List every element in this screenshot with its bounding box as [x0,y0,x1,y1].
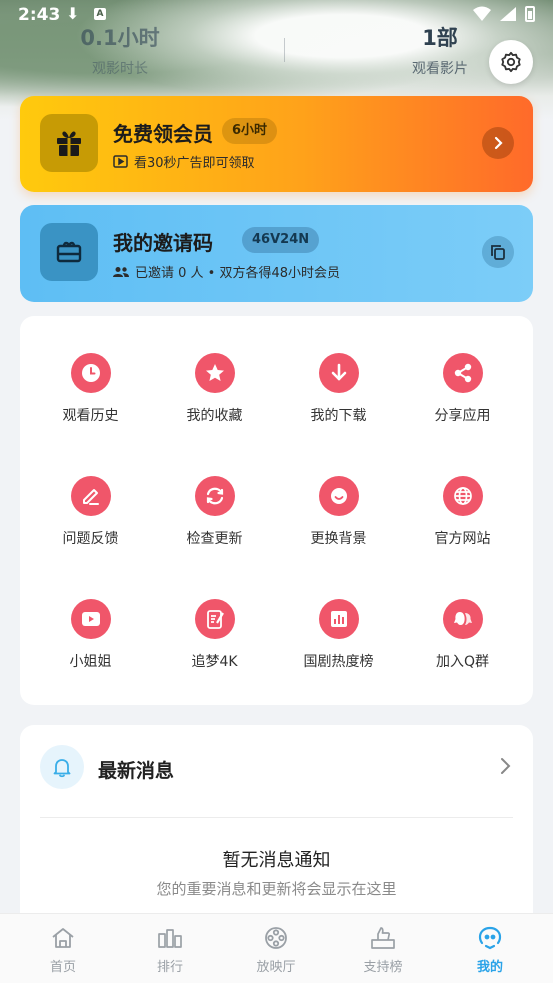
download-status-icon: ⬇ [66,4,80,23]
grid-label: 检查更新 [186,531,243,547]
grid-label: 小姐姐 [69,654,112,670]
vip-claim-button[interactable] [482,127,514,159]
ticket-icon [40,223,98,281]
thumbs-up-icon [338,924,428,952]
grid-label: 追梦4K [191,654,238,670]
group-icon [442,599,483,639]
watched-count-value: 1部 [422,26,458,50]
nav-label: 首页 [49,960,76,975]
chevron-right-icon [501,758,511,774]
watched-count-stat: 1部 观看影片 [390,22,490,78]
wifi-icon [473,6,491,21]
grid-item-favorites[interactable]: 我的收藏 [153,353,276,443]
status-time: 2:43 [18,5,61,25]
invite-card-subtitle: 已邀请 0 人 • 双方各得48小时会员 [135,266,341,281]
grid-item-official-site[interactable]: 官方网站 [401,476,524,566]
grid-item-check-update[interactable]: 检查更新 [153,476,276,566]
empty-messages-subtitle: 您的重要消息和更新将会显示在这里 [156,880,397,898]
copy-invite-code-button[interactable] [482,236,514,268]
invite-code-badge: 46V24N [242,227,320,253]
gear-icon [501,51,521,73]
vip-card-subtitle: 看30秒广告即可领取 [134,156,255,171]
watch-time-stat: 0.1小时 观影时长 [70,22,170,78]
nav-label: 排行 [156,960,183,975]
invite-card-subtitle-row: 已邀请 0 人 • 双方各得48小时会员 [113,262,340,281]
grid-item-history[interactable]: 观看历史 [29,353,152,443]
people-icon [113,266,129,277]
grid-item-downloads[interactable]: 我的下载 [277,353,400,443]
chart-icon [318,599,359,639]
refresh-icon [194,476,235,516]
clock-icon [70,353,111,393]
video-icon [70,599,111,639]
nav-screening-hall[interactable]: 放映厅 [231,924,321,975]
nav-profile[interactable]: 我的 [445,924,535,975]
watch-time-value: 0.1小时 [80,26,160,50]
vip-card-title: 免费领会员 [113,122,213,146]
vip-card-subtitle-row: 看30秒广告即可领取 [113,152,255,171]
feature-grid: 观看历史 我的收藏 我的下载 分享应用 问题反馈 检查更新 更换背景 官方网站 … [20,316,533,705]
invite-code-card[interactable]: 我的邀请码 46V24N 已邀请 0 人 • 双方各得48小时会员 [20,205,533,302]
messages-title: 最新消息 [98,760,175,782]
grid-label: 官方网站 [434,531,491,547]
grid-label: 我的收藏 [186,408,243,424]
grid-item-zhuimeng-4k[interactable]: 追梦4K [153,599,276,689]
gift-icon [40,114,98,172]
free-vip-card[interactable]: 免费领会员 6小时 看30秒广告即可领取 [20,96,533,192]
grid-item-feedback[interactable]: 问题反馈 [29,476,152,566]
globe-icon [442,476,483,516]
ranking-icon [125,924,215,952]
grid-item-xiaojiejie[interactable]: 小姐姐 [29,599,152,689]
bell-icon [40,745,84,789]
vip-hours-badge: 6小时 [222,118,278,144]
film-reel-icon [231,924,321,952]
battery-icon [525,6,535,22]
share-icon [442,353,483,393]
grid-label: 国剧热度榜 [303,654,374,670]
nav-ranking[interactable]: 排行 [125,924,215,975]
empty-messages-title: 暂无消息通知 [222,850,331,871]
play-video-icon [113,155,128,168]
star-icon [194,353,235,393]
notification-a-icon: A [94,8,106,20]
home-icon [18,924,108,952]
nav-label: 支持榜 [363,960,403,975]
nav-label: 放映厅 [256,960,296,975]
chevron-right-icon [494,136,503,150]
grid-label: 分享应用 [434,408,491,424]
settings-button[interactable] [489,40,533,84]
grid-item-drama-ranking[interactable]: 国剧热度榜 [277,599,400,689]
grid-item-join-qq-group[interactable]: 加入Q群 [401,599,524,689]
nav-label: 我的 [476,960,503,975]
edit-icon [70,476,111,516]
watch-time-label: 观影时长 [92,61,148,77]
notepad-icon [194,599,235,639]
grid-item-change-background[interactable]: 更换背景 [277,476,400,566]
bottom-navigation: 首页 排行 放映厅 支持榜 我的 [0,913,553,983]
watched-count-label: 观看影片 [412,61,468,77]
grid-label: 我的下载 [310,408,367,424]
grid-label: 更换背景 [310,531,367,547]
nav-home[interactable]: 首页 [18,924,108,975]
smile-icon [318,476,359,516]
copy-icon [491,245,505,260]
download-icon [318,353,359,393]
stat-divider [284,38,285,62]
messages-card: 最新消息 暂无消息通知 您的重要消息和更新将会显示在这里 [20,725,533,930]
messages-more-button[interactable] [498,757,512,779]
grid-label: 观看历史 [62,408,119,424]
grid-label: 加入Q群 [435,654,490,670]
nav-support-ranking[interactable]: 支持榜 [338,924,428,975]
messages-divider [40,817,513,818]
profile-icon [445,924,535,952]
invite-card-title: 我的邀请码 [113,231,213,255]
grid-label: 问题反馈 [62,531,119,547]
grid-item-share-app[interactable]: 分享应用 [401,353,524,443]
cellular-signal-icon [500,7,516,21]
